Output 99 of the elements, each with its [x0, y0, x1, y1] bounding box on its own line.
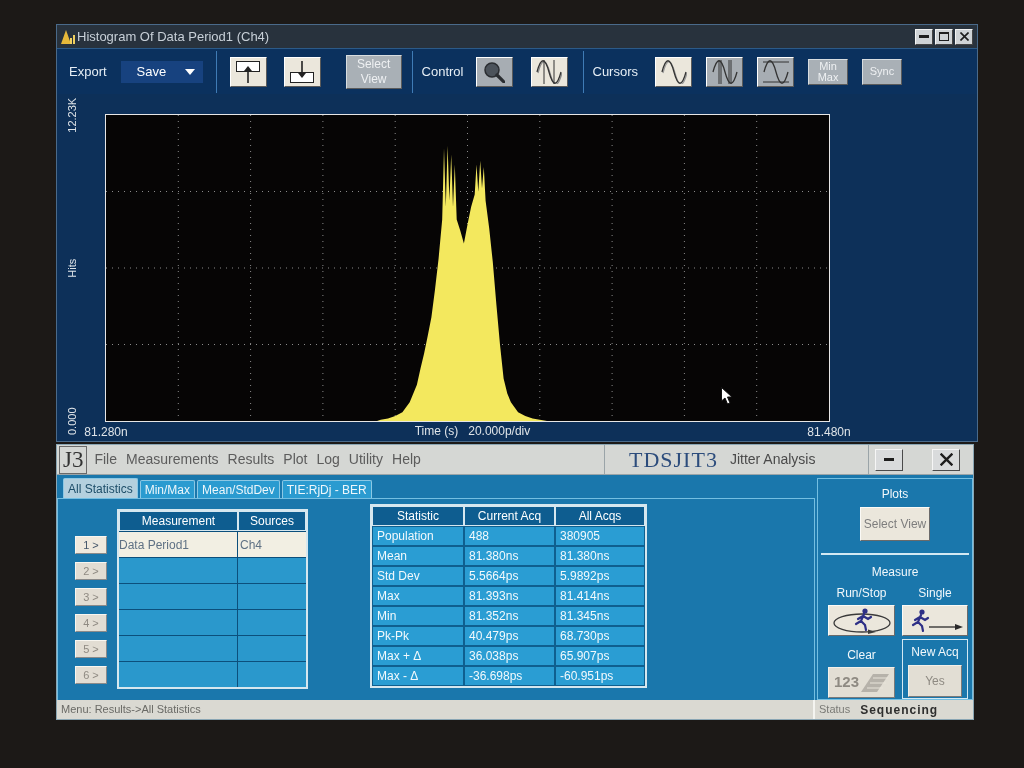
status-label: Status — [819, 702, 851, 718]
table-cell: Pk-Pk — [372, 626, 464, 646]
x-axis-title: Time (s) — [414, 423, 459, 440]
import-button[interactable] — [283, 56, 321, 87]
table-cell: Max — [372, 586, 464, 606]
table-cell: 40.479ps — [464, 626, 555, 646]
waveform-cursor-button[interactable] — [655, 56, 692, 87]
table-cell: Population — [372, 526, 464, 546]
x-axis-tick-label: 81.280n — [84, 424, 128, 441]
waveform-button[interactable] — [530, 56, 568, 87]
menu-item[interactable]: Measurements — [126, 449, 219, 470]
eraser-icon — [861, 673, 889, 692]
menu-item[interactable]: Results — [227, 449, 275, 470]
horizontal-cursor-button[interactable] — [757, 56, 794, 87]
sine-wave-icon — [660, 59, 687, 84]
close-icon — [959, 32, 969, 41]
table-cell: 81.393ns — [464, 586, 555, 606]
single-button[interactable] — [902, 605, 968, 636]
minimize-icon — [884, 458, 894, 461]
toolbar-label: Cursors — [592, 62, 638, 81]
caret-icon — [184, 68, 195, 75]
group-label: New Acq — [911, 644, 959, 661]
maximize-icon — [939, 32, 949, 41]
table-cell-text: Ch4 — [240, 536, 262, 554]
zoom-button[interactable] — [475, 56, 513, 87]
table-cell: 81.345ns — [555, 606, 645, 626]
tab[interactable]: Min/Max — [139, 480, 196, 498]
time-scale-label: 20.000p/div — [468, 423, 531, 440]
table-cell: 81.414ns — [555, 586, 645, 606]
search-icon — [483, 60, 505, 83]
run-stop-button[interactable] — [828, 605, 895, 636]
table-cell: Mean — [372, 546, 464, 566]
window-title: Histogram Of Data Period1 (Ch4) — [77, 27, 270, 46]
table-cell-text: Data Period1 — [119, 536, 190, 554]
tab[interactable]: All Statistics — [63, 478, 138, 498]
column-header: Measurement — [119, 511, 238, 531]
menu-item[interactable]: Utility — [348, 449, 383, 470]
table-cell: -36.698ps — [464, 666, 555, 686]
table-cell: Std Dev — [372, 566, 464, 586]
status-value: Sequencing — [860, 701, 939, 719]
runner-loop-icon — [831, 607, 892, 634]
table-cell: 5.9892ps — [555, 566, 645, 586]
close-button[interactable] — [955, 28, 973, 45]
table-cell: 81.380ns — [555, 546, 645, 566]
button-label: Clear — [847, 647, 876, 664]
table-cell: 81.352ns — [464, 606, 555, 626]
save-dropdown[interactable]: Save — [120, 60, 203, 83]
menu-item[interactable]: Plot — [283, 449, 308, 470]
table-cell: 68.730ps — [555, 626, 645, 646]
toolbar-label: Control — [421, 62, 464, 81]
minimize-button[interactable] — [875, 448, 903, 471]
table-cell: -60.951ps — [555, 666, 645, 686]
tab[interactable]: Mean/StdDev — [197, 480, 280, 498]
button-label: Single — [918, 585, 952, 602]
table-cell: Max - Δ — [372, 666, 464, 686]
column-header: Statistic — [372, 506, 464, 526]
app-logo: J3 — [59, 445, 88, 474]
close-button[interactable] — [932, 448, 960, 471]
export-button[interactable] — [229, 56, 267, 87]
table-cell: 65.907ps — [555, 646, 645, 666]
toolbar-label: Export — [69, 62, 107, 81]
minimize-button[interactable] — [915, 28, 933, 45]
column-header: All Acqs — [555, 506, 645, 526]
table-cell: 81.380ns — [464, 546, 555, 566]
minimize-icon — [919, 35, 929, 38]
column-header: Current Acq — [464, 506, 555, 526]
menu-item[interactable]: File — [94, 449, 117, 470]
table-row[interactable]: Data Period1 Ch4 — [119, 531, 306, 557]
row-select-button[interactable]: 1 > — [75, 536, 107, 554]
mouse-pointer-icon — [721, 387, 733, 405]
x-axis-tick-label: 81.480n — [807, 424, 851, 441]
status-message: Menu: Results->All Statistics — [61, 702, 201, 718]
section-title: Plots — [881, 486, 909, 503]
menu-item[interactable]: Log — [316, 449, 340, 470]
wave-horizontal-bars-icon — [762, 59, 789, 84]
wave-vertical-bars-icon — [711, 59, 738, 84]
box-arrow-down-icon — [290, 60, 315, 83]
table-cell: 488 — [464, 526, 555, 546]
vertical-cursor-button[interactable] — [706, 56, 743, 87]
wave-cursors-icon — [536, 59, 562, 84]
product-name: TDSJIT3 — [629, 447, 718, 472]
product-subtitle: Jitter Analysis — [729, 450, 816, 469]
table-cell: 5.5664ps — [464, 566, 555, 586]
close-icon — [939, 453, 953, 466]
tab[interactable]: TIE:RjDj - BER — [281, 480, 372, 498]
table-cell: Max + Δ — [372, 646, 464, 666]
table-cell: 36.038ps — [464, 646, 555, 666]
table-cell: Min — [372, 606, 464, 626]
y-axis-tick-label: 12.23K — [64, 97, 79, 133]
y-axis-title: Hits — [64, 258, 79, 278]
box-arrow-up-icon — [236, 60, 261, 83]
maximize-button[interactable] — [935, 28, 953, 45]
section-title: Measure — [871, 564, 919, 581]
table-cell: 380905 — [555, 526, 645, 546]
y-axis-tick-label: 0.000 — [64, 407, 79, 435]
column-header: Sources — [238, 511, 306, 531]
button-label: Run/Stop — [836, 585, 887, 602]
menu-item[interactable]: Help — [392, 449, 421, 470]
app-icon — [61, 29, 75, 44]
